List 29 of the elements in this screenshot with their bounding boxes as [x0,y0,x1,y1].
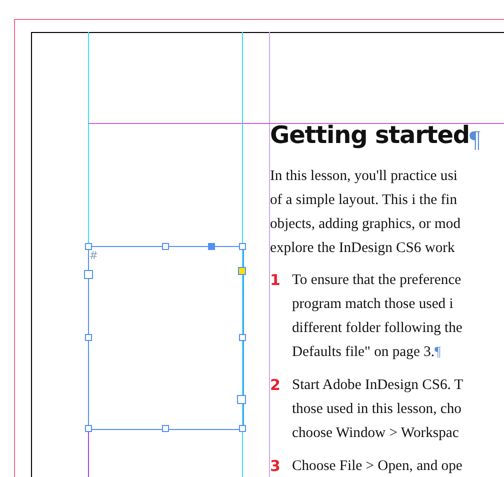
resize-handle[interactable] [162,242,168,250]
resize-handle[interactable] [162,424,168,432]
resize-handle[interactable] [238,334,246,340]
resize-handle[interactable] [84,334,92,340]
pilcrow-mark: ¶ [470,128,480,152]
step-number: 2 [270,375,282,396]
step-text: program match those used i [292,295,454,314]
body-text: In this lesson, you'll practice usi [270,167,458,186]
pilcrow-mark: ¶ [434,345,441,360]
step-number: 3 [270,456,282,477]
resize-handle[interactable] [84,424,92,432]
step-text: different folder following the [292,319,462,338]
step-text: Choose File > Open, and ope [292,457,462,476]
resize-handle[interactable] [238,242,246,250]
step-text: those used in this lesson, cho [292,400,462,419]
heading: Getting started [270,120,470,151]
step-text: Defaults file" on page 3.¶ [292,343,442,362]
step-text: Start Adobe InDesign CS6. T [292,376,464,395]
step-text: To ensure that the preference [292,271,462,290]
step-number: 1 [270,270,282,291]
corner-handle[interactable] [238,267,246,275]
resize-handle[interactable] [238,424,246,432]
anchor-handle[interactable] [208,242,214,250]
step-text: choose Window > Workspac [292,424,460,443]
body-text: objects, adding graphics, or mod [270,215,462,234]
body-text: of a simple layout. This i the fin [270,191,458,210]
resize-handle[interactable] [84,242,92,250]
frame-marker: # [89,250,98,261]
body-text: explore the InDesign CS6 work [270,239,456,258]
